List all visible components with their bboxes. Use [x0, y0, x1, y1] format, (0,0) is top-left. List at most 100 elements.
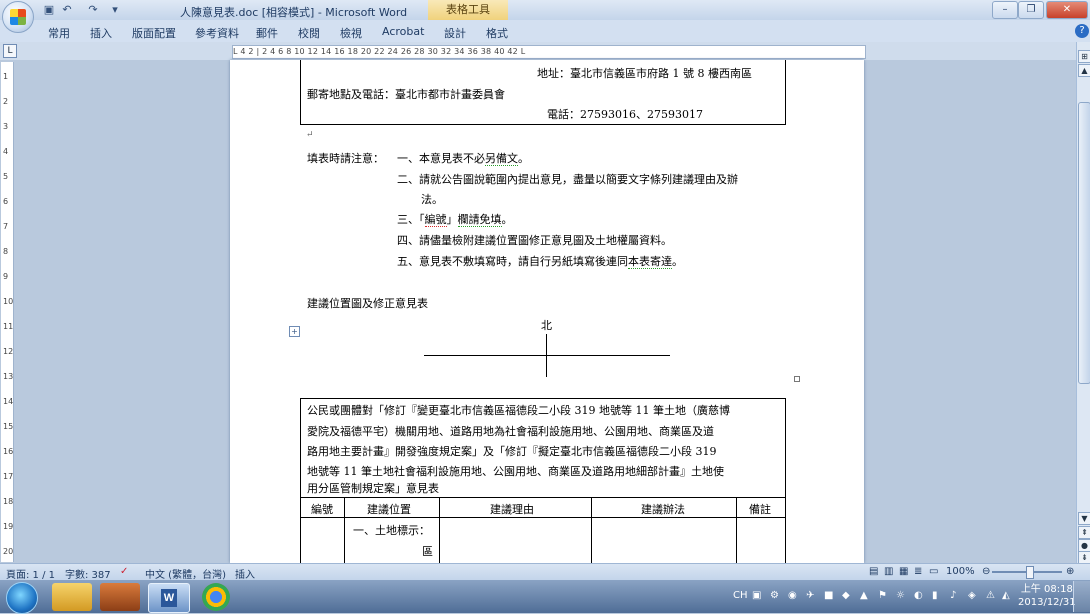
tab-home[interactable]: 常用	[48, 25, 70, 41]
language-indicator[interactable]: 中文 (繁體，台灣)	[145, 566, 226, 581]
tab-insert[interactable]: 插入	[90, 25, 112, 41]
mail-line: 郵寄地點及電話：臺北市都市計畫委員會	[307, 88, 505, 101]
window-title: 人陳意見表.doc [相容模式] - Microsoft Word	[180, 6, 408, 19]
tray-icon[interactable]: ■	[824, 590, 833, 601]
qat-customize-icon[interactable]: ▾	[108, 3, 122, 17]
web-layout-icon[interactable]: ▦	[899, 566, 908, 577]
ruler-mark: 3	[3, 122, 9, 131]
table-move-handle-icon[interactable]: +	[289, 326, 300, 337]
ruler-mark: 11	[3, 322, 14, 331]
row1-location-line-1: 一、土地標示：	[353, 524, 430, 537]
scroll-up-icon[interactable]: ▲	[1078, 64, 1090, 77]
table-resize-handle-icon[interactable]	[794, 376, 800, 382]
scroll-thumb[interactable]	[1078, 102, 1090, 384]
tray-icon[interactable]: ◐	[914, 590, 923, 601]
table-header-location: 建議位置	[367, 503, 411, 516]
table-column-rule	[344, 497, 345, 567]
close-button[interactable]: ✕	[1046, 1, 1088, 19]
zoom-in-icon[interactable]: ⊕	[1066, 566, 1074, 577]
full-screen-reading-icon[interactable]: ▥	[884, 566, 893, 577]
input-language[interactable]: CH	[733, 590, 748, 601]
tab-selector-button[interactable]: L	[3, 44, 17, 58]
minimize-button[interactable]: –	[992, 1, 1018, 19]
tab-view[interactable]: 檢視	[340, 25, 362, 41]
tab-acrobat[interactable]: Acrobat	[382, 25, 424, 38]
tray-icon[interactable]: ◈	[968, 590, 976, 601]
clock-time: 上午 08:18	[1020, 584, 1073, 595]
ruler-mark: 2	[3, 97, 9, 106]
ruler-toggle-icon[interactable]: ⊞	[1078, 50, 1090, 63]
ruler-mark: 15	[3, 422, 14, 431]
zoom-out-icon[interactable]: ⊖	[982, 566, 990, 577]
vertical-ruler[interactable]: 1 2 3 4 5 6 7 8 9 10 11 12 13 14 15 16 1…	[1, 62, 14, 562]
tab-design[interactable]: 設計	[444, 25, 466, 41]
compass-horizontal-line	[424, 355, 670, 356]
volume-icon[interactable]: ♪	[950, 590, 956, 601]
undo-icon[interactable]: ↶	[60, 3, 74, 17]
tray-icon[interactable]: ⚙	[770, 590, 779, 601]
zoom-level[interactable]: 100%	[946, 566, 975, 577]
note-1: 一、本意見表不必另備文。	[397, 152, 529, 166]
tray-icon[interactable]: ⚠	[986, 590, 995, 601]
note-4: 四、請儘量檢附建議位置圖修正意見圖及土地權屬資料。	[397, 234, 672, 247]
word-count[interactable]: 字數: 387	[65, 566, 111, 581]
insert-mode[interactable]: 插入	[235, 566, 255, 581]
tray-icon[interactable]: ✈	[806, 590, 814, 601]
chrome-icon[interactable]	[202, 583, 230, 611]
document-page[interactable]: 地址：臺北市信義區市府路 1 號 8 樓西南區 郵寄地點及電話：臺北市都市計畫委…	[230, 60, 864, 569]
tray-icon[interactable]: ◭	[1002, 590, 1010, 601]
tab-format[interactable]: 格式	[486, 25, 508, 41]
vertical-scrollbar[interactable]: ⊞ ▲ ▼ ⇞ ● ⇟	[1076, 42, 1090, 564]
table-header-reason: 建議理由	[490, 503, 534, 516]
outline-icon[interactable]: ≣	[914, 566, 922, 577]
word-taskbar-icon[interactable]: W	[148, 583, 190, 613]
show-desktop-button[interactable]	[1073, 581, 1090, 612]
tray-icon[interactable]: ⚑	[878, 590, 887, 601]
tray-icon[interactable]: ▲	[860, 590, 868, 601]
clock[interactable]: 上午 08:18 2013/12/31	[1018, 583, 1076, 609]
table-header-method: 建議辦法	[641, 503, 685, 516]
ruler-mark: 14	[3, 397, 14, 406]
network-icon[interactable]: ▮	[932, 590, 938, 601]
north-label: 北	[541, 319, 552, 332]
opinion-line-1: 公民或團體對「修訂『變更臺北市信義區福德段二小段 319 地號等 11 筆土地（…	[307, 404, 730, 417]
ruler-mark: 6	[3, 197, 9, 206]
media-player-icon[interactable]	[100, 583, 140, 611]
ruler-mark: 8	[3, 247, 9, 256]
ime-icon[interactable]: ▣	[752, 590, 761, 601]
tab-mailings[interactable]: 郵件	[256, 25, 278, 41]
phone-line: 電話：27593016、27593017	[547, 108, 703, 121]
office-button[interactable]	[2, 1, 34, 33]
opinion-line-2: 愛院及福德平宅）機關用地、道路用地為社會福利設施用地、公園用地、商業區及道	[307, 425, 714, 438]
ruler-mark: 9	[3, 272, 9, 281]
print-layout-icon[interactable]: ▤	[869, 566, 878, 577]
tab-review[interactable]: 校閱	[298, 25, 320, 41]
tray-icon[interactable]: ◆	[842, 590, 850, 601]
save-icon[interactable]: ▣	[42, 3, 56, 17]
draft-icon[interactable]: ▭	[929, 566, 938, 577]
scroll-down-icon[interactable]: ▼	[1078, 512, 1090, 525]
page-count[interactable]: 頁面: 1 / 1	[6, 566, 55, 581]
ruler-mark: 7	[3, 222, 9, 231]
tray-icon[interactable]: ◉	[788, 590, 797, 601]
table-column-rule	[736, 497, 737, 567]
tab-references[interactable]: 參考資料	[195, 25, 239, 41]
start-button[interactable]	[6, 582, 38, 614]
tray-icon[interactable]: ☼	[896, 590, 905, 601]
table-column-rule	[591, 497, 592, 567]
horizontal-ruler[interactable]: L 4 2 | 2 4 6 8 10 12 14 16 18 20 22 24 …	[232, 45, 866, 59]
proofing-icon[interactable]: ✓	[120, 566, 128, 577]
zoom-slider-thumb[interactable]	[1026, 566, 1034, 579]
restore-button[interactable]: ❐	[1018, 1, 1044, 19]
help-icon[interactable]: ?	[1075, 24, 1089, 38]
previous-page-icon[interactable]: ⇞	[1078, 526, 1090, 539]
table-header-remark: 備註	[749, 503, 771, 516]
ruler-mark: 13	[3, 372, 14, 381]
ruler-mark: 5	[3, 172, 9, 181]
ruler-mark: 17	[3, 472, 14, 481]
redo-icon[interactable]: ↷	[86, 3, 100, 17]
ruler-mark: 19	[3, 522, 14, 531]
explorer-icon[interactable]	[52, 583, 92, 611]
tab-page-layout[interactable]: 版面配置	[132, 25, 176, 41]
table-tools-context: 表格工具	[428, 0, 508, 20]
